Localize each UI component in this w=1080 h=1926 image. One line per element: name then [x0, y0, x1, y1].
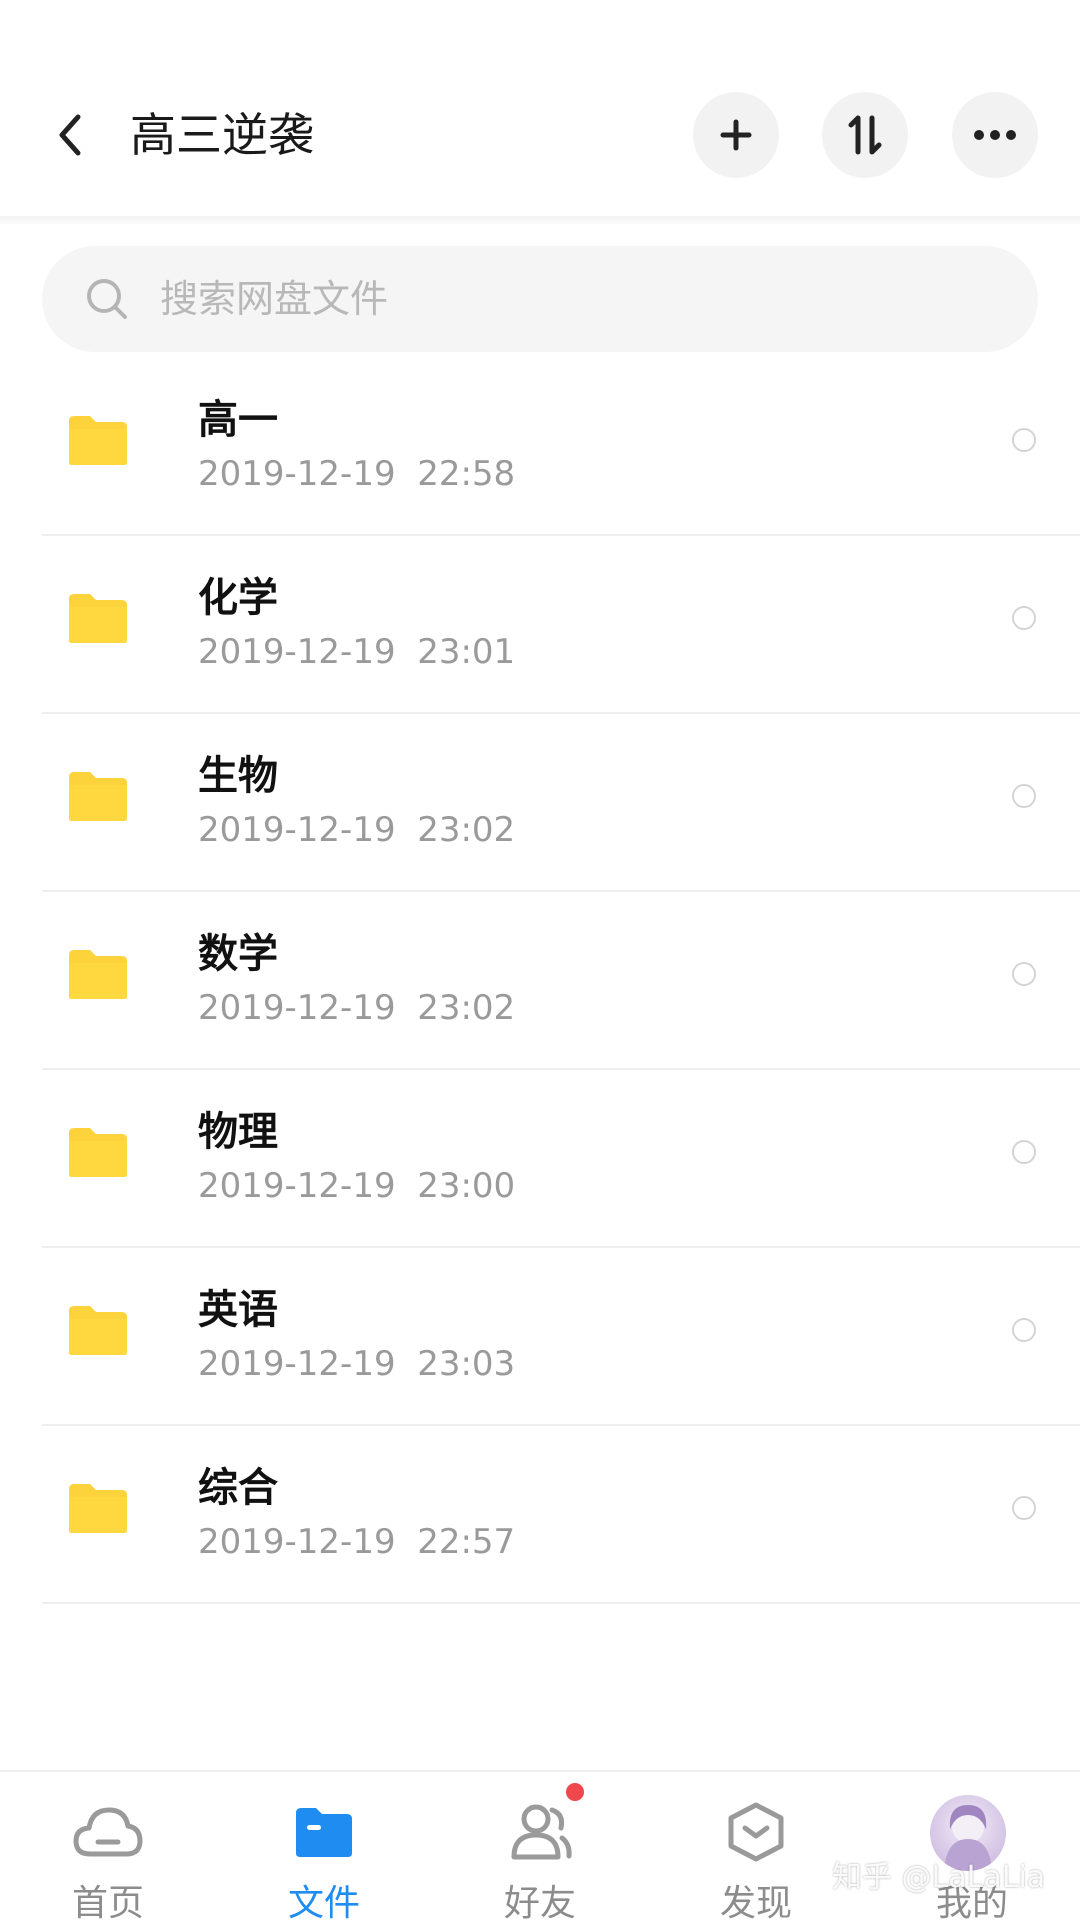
watermark: 知乎 @LaLaLia — [832, 1860, 1046, 1895]
select-checkbox[interactable] — [1012, 784, 1036, 808]
list-item[interactable]: 综合 2019-12-19 22:57 — [0, 1426, 1080, 1604]
file-name: 英语 — [198, 1287, 278, 1333]
back-button[interactable] — [40, 100, 100, 170]
nav-label: 文件 — [287, 1883, 360, 1924]
sort-button[interactable] — [822, 92, 908, 178]
folder-icon — [69, 1306, 127, 1355]
bottom-nav: 首页 文件 好友 发现 我的 — [0, 1770, 1080, 1924]
search-icon — [84, 276, 130, 322]
file-date: 2019-12-19 23:00 — [198, 1166, 516, 1206]
header-divider — [0, 216, 1080, 224]
list-item[interactable]: 高一 2019-12-19 22:58 — [0, 358, 1080, 536]
list-item[interactable]: 物理 2019-12-19 23:00 — [0, 1070, 1080, 1248]
select-checkbox[interactable] — [1012, 962, 1036, 986]
file-name: 化学 — [198, 575, 278, 621]
list-item[interactable]: 英语 2019-12-19 23:03 — [0, 1248, 1080, 1426]
folder-icon — [69, 1484, 127, 1533]
file-date: 2019-12-19 23:02 — [198, 810, 516, 850]
file-date: 2019-12-19 23:02 — [198, 988, 516, 1028]
file-date: 2019-12-19 23:03 — [198, 1344, 516, 1384]
nav-label: 好友 — [503, 1883, 576, 1924]
nav-item-friends[interactable]: 好友 — [432, 1772, 648, 1924]
select-checkbox[interactable] — [1012, 1140, 1036, 1164]
folder-icon — [69, 594, 127, 643]
nav-item-files[interactable]: 文件 — [216, 1772, 432, 1924]
file-date: 2019-12-19 22:58 — [198, 454, 516, 494]
select-checkbox[interactable] — [1012, 1318, 1036, 1342]
add-button[interactable] — [693, 92, 779, 178]
select-checkbox[interactable] — [1012, 606, 1036, 630]
nav-item-discover[interactable]: 发现 — [648, 1772, 864, 1924]
file-date: 2019-12-19 23:01 — [198, 632, 516, 672]
more-icon — [974, 130, 1016, 140]
file-date: 2019-12-19 22:57 — [198, 1522, 516, 1562]
sort-icon — [848, 115, 882, 155]
folder-icon — [69, 416, 127, 465]
file-list: 高一 2019-12-19 22:58 化学 2019-12-19 23:01 … — [0, 358, 1080, 1604]
select-checkbox[interactable] — [1012, 428, 1036, 452]
folder-icon — [69, 1128, 127, 1177]
search-bar[interactable] — [42, 246, 1038, 352]
file-name: 数学 — [198, 931, 278, 977]
folder-icon — [284, 1792, 364, 1872]
nav-label: 首页 — [71, 1883, 144, 1924]
select-checkbox[interactable] — [1012, 1496, 1036, 1520]
folder-icon — [69, 950, 127, 999]
plus-icon — [720, 119, 752, 151]
cloud-icon — [68, 1792, 148, 1872]
file-name: 综合 — [198, 1465, 278, 1511]
more-button[interactable] — [952, 92, 1038, 178]
list-item[interactable]: 数学 2019-12-19 23:02 — [0, 892, 1080, 1070]
friends-icon — [500, 1792, 580, 1872]
chevron-left-icon — [59, 114, 81, 156]
page-title: 高三逆袭 — [130, 108, 314, 162]
file-name: 生物 — [198, 753, 278, 799]
notification-badge — [566, 1783, 584, 1801]
nav-item-home[interactable]: 首页 — [0, 1772, 216, 1924]
list-item[interactable]: 化学 2019-12-19 23:01 — [0, 536, 1080, 714]
header: 高三逆袭 — [0, 0, 1080, 216]
file-name: 高一 — [198, 397, 278, 443]
search-input[interactable] — [158, 276, 962, 322]
list-item[interactable]: 生物 2019-12-19 23:02 — [0, 714, 1080, 892]
file-name: 物理 — [198, 1109, 278, 1155]
folder-icon — [69, 772, 127, 821]
discover-icon — [716, 1792, 796, 1872]
